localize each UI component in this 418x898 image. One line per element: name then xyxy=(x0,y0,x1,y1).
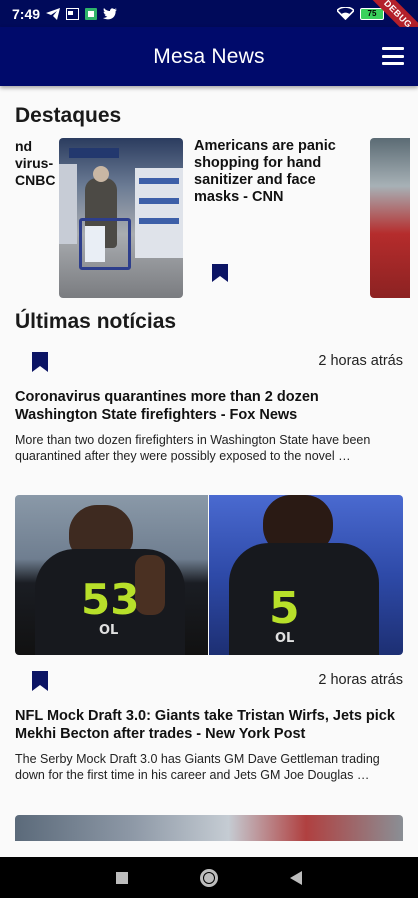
status-bar: 7:49 75 DEBUG xyxy=(0,0,418,53)
highlight-card-title[interactable]: Americans are panic shopping for hand sa… xyxy=(194,138,344,206)
news-time: 2 horas atrás xyxy=(318,353,403,369)
app-bar: Mesa News xyxy=(0,27,418,86)
status-time: 7:49 xyxy=(12,5,41,22)
jersey-tag: OL xyxy=(99,623,119,638)
gallery-icon xyxy=(66,7,80,20)
news-description: More than two dozen firefighters in Wash… xyxy=(15,433,371,463)
twitter-icon xyxy=(103,7,118,19)
news-meta: 2 horas atrás xyxy=(15,669,403,693)
recent-apps-icon[interactable] xyxy=(116,871,128,884)
news-title[interactable]: NFL Mock Draft 3.0: Giants take Tristan … xyxy=(15,707,403,743)
highlights-title: Destaques xyxy=(15,104,122,127)
highlight-card-image-partial[interactable] xyxy=(370,138,410,298)
highlight-card-image[interactable] xyxy=(59,138,183,298)
home-icon[interactable] xyxy=(200,868,218,887)
news-time: 2 horas atrás xyxy=(318,672,403,688)
wifi-icon xyxy=(337,7,354,20)
bookmark-icon[interactable] xyxy=(32,671,48,691)
highlight-card-partial-title[interactable]: nd virus- CNBC xyxy=(15,138,55,189)
bookmark-icon[interactable] xyxy=(212,264,228,282)
telegram-icon xyxy=(46,7,61,20)
jersey-tag: OL xyxy=(275,631,295,646)
bookmark-icon[interactable] xyxy=(32,352,48,372)
jersey-number: 53 xyxy=(81,575,140,624)
app-title: Mesa News xyxy=(153,44,265,68)
news-image[interactable]: 53 OL 5 OL xyxy=(15,495,403,655)
news-meta: 2 horas atrás xyxy=(15,350,403,374)
news-image[interactable] xyxy=(15,815,403,841)
news-description: The Serby Mock Draft 3.0 has Giants GM D… xyxy=(15,752,380,782)
highlights-carousel[interactable]: nd virus- CNBC Americans are panic shopp… xyxy=(0,136,418,301)
battery-icon: 75 xyxy=(360,7,384,20)
back-icon[interactable] xyxy=(290,870,302,885)
system-nav-bar xyxy=(0,857,418,898)
news-title[interactable]: Coronavirus quarantines more than 2 doze… xyxy=(15,388,403,424)
sheets-icon xyxy=(85,7,98,20)
latest-title: Últimas notícias xyxy=(15,310,177,333)
hamburger-menu-icon[interactable] xyxy=(382,47,404,65)
jersey-number: 5 xyxy=(269,583,300,634)
